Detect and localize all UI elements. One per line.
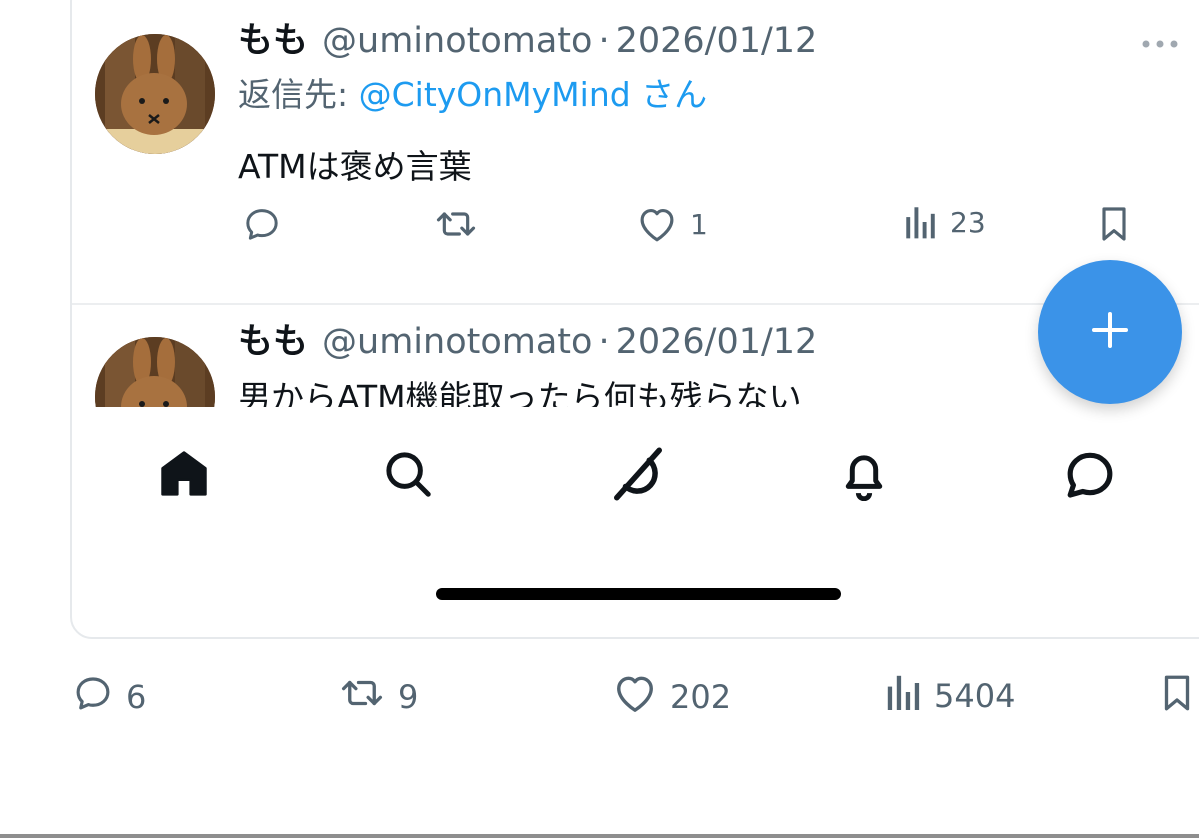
post-text: 男からATM機能取ったら何も残らない <box>238 378 802 407</box>
reply-button[interactable]: 6 <box>72 672 146 722</box>
like-count: 202 <box>670 678 732 716</box>
reply-prefix: 返信先: <box>238 75 359 114</box>
post-meta: もも @uminotomato · 2026/01/12 <box>238 313 817 364</box>
views-icon <box>886 672 922 720</box>
views-count: 23 <box>950 205 986 239</box>
like-button[interactable]: 202 <box>612 672 731 722</box>
main-post-actions: 6 9 202 5404 <box>72 672 1199 728</box>
reply-post-1[interactable]: もも @uminotomato · 2026/01/12 返信先: @CityOnMy… <box>72 0 1199 303</box>
meta-separator: · <box>598 21 610 61</box>
like-button[interactable]: 1 <box>636 204 708 244</box>
post-date[interactable]: 2026/01/12 <box>616 21 818 61</box>
views-button[interactable]: 5404 <box>886 672 1015 720</box>
bottom-nav-bar <box>72 428 1199 518</box>
display-name[interactable]: もも <box>238 21 308 61</box>
compose-button[interactable] <box>1038 260 1182 404</box>
reply-post-2[interactable]: もも @uminotomato · 2026/01/12 男からATM機能取ったら何も… <box>72 305 1199 407</box>
nav-notifications[interactable] <box>834 446 894 506</box>
views-icon <box>904 204 938 240</box>
bookmark-button[interactable] <box>1096 204 1132 244</box>
reply-suffix: さん <box>630 75 708 114</box>
heart-icon <box>612 672 658 722</box>
more-options-icon[interactable] <box>1140 36 1180 52</box>
search-icon <box>381 447 435 505</box>
home-indicator <box>436 588 841 600</box>
messages-icon <box>1062 446 1118 506</box>
repost-button[interactable]: 9 <box>338 672 418 722</box>
avatar[interactable] <box>95 337 215 407</box>
like-count: 1 <box>690 207 708 241</box>
bookmark-icon <box>1158 672 1196 722</box>
avatar[interactable] <box>95 34 215 154</box>
post-date[interactable]: 2026/01/12 <box>616 322 818 362</box>
reply-icon <box>72 672 114 722</box>
heart-icon <box>636 204 678 244</box>
user-handle[interactable]: @uminotomato <box>322 21 592 61</box>
repost-count: 9 <box>398 678 419 716</box>
nav-home[interactable] <box>154 446 214 506</box>
repost-icon <box>338 672 386 722</box>
embedded-screenshot-card: もも @uminotomato · 2026/01/12 返信先: @CityOnMy… <box>70 0 1199 639</box>
reply-icon <box>242 204 282 244</box>
display-name[interactable]: もも <box>238 322 308 362</box>
repost-icon <box>434 204 478 244</box>
nav-search[interactable] <box>378 446 438 506</box>
reply-button[interactable] <box>242 204 282 244</box>
plus-icon <box>1088 308 1132 356</box>
bell-icon <box>837 447 891 505</box>
reply-count: 6 <box>126 678 147 716</box>
reply-context: 返信先: @CityOnMyMind さん <box>238 68 707 116</box>
post-text: ATMは褒め言葉 <box>238 147 472 186</box>
reply-mention-link[interactable]: @CityOnMyMind <box>359 75 631 114</box>
nav-messages[interactable] <box>1060 446 1120 506</box>
bottom-edge-line <box>0 834 1199 838</box>
bookmark-icon <box>1096 204 1132 244</box>
bookmark-button[interactable] <box>1158 672 1196 722</box>
home-icon <box>157 447 211 505</box>
post-meta: もも @uminotomato · 2026/01/12 <box>238 12 817 63</box>
post-actions: 1 23 <box>238 204 1188 254</box>
views-count: 5404 <box>934 677 1016 715</box>
views-button[interactable]: 23 <box>904 204 986 240</box>
repost-button[interactable] <box>434 204 478 244</box>
grok-icon <box>608 444 668 508</box>
user-handle[interactable]: @uminotomato <box>322 322 592 362</box>
meta-separator: · <box>598 322 610 362</box>
nav-grok[interactable] <box>608 446 668 506</box>
